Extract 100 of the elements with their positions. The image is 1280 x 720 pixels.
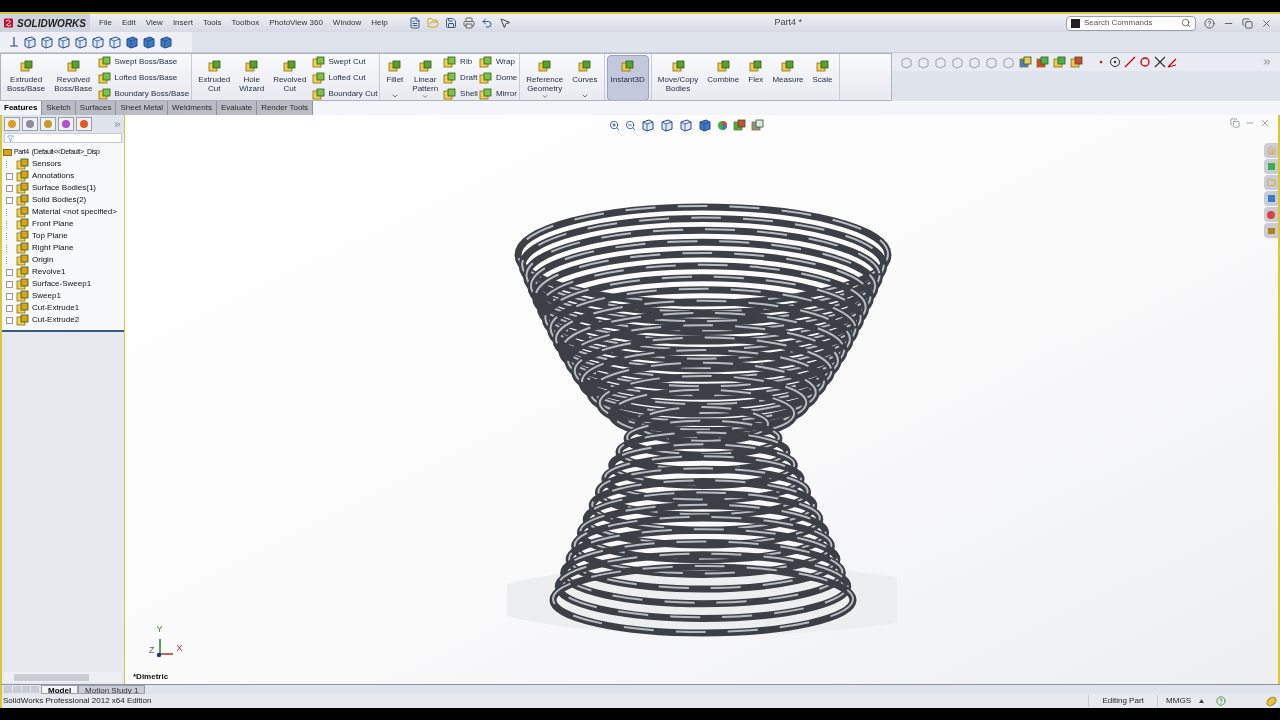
more-icon[interactable] bbox=[1262, 57, 1272, 67]
cube-outline-icon[interactable] bbox=[1002, 55, 1015, 69]
command-button[interactable]: Rib bbox=[443, 55, 478, 69]
tree-item[interactable]: Material <not specified> bbox=[32, 206, 117, 218]
command-button[interactable]: Combine bbox=[703, 55, 744, 100]
cube-icon[interactable] bbox=[641, 118, 655, 132]
cube-icon[interactable] bbox=[125, 35, 139, 49]
command-button[interactable]: Boundary Boss/Base bbox=[97, 87, 190, 100]
tree-item[interactable]: Front Plane bbox=[32, 218, 74, 230]
menu-item[interactable]: File bbox=[94, 17, 117, 29]
search-input[interactable]: Search Commands bbox=[1084, 17, 1177, 29]
cube-icon[interactable] bbox=[74, 35, 88, 49]
menu-item[interactable]: View bbox=[140, 17, 168, 29]
command-button[interactable]: Extruded Cut bbox=[194, 55, 235, 100]
menu-item[interactable]: Help bbox=[366, 17, 393, 29]
expand-toggle[interactable] bbox=[6, 316, 13, 324]
cube-icon[interactable] bbox=[159, 35, 173, 49]
tree-item[interactable]: Sweep1 bbox=[32, 290, 61, 302]
command-button[interactable]: Wrap bbox=[478, 55, 518, 69]
cube-outline-icon[interactable] bbox=[985, 55, 998, 69]
command-button[interactable]: Fillet bbox=[382, 55, 408, 100]
filter-field[interactable] bbox=[4, 133, 122, 143]
expand-toggle[interactable] bbox=[6, 280, 13, 288]
help-icon[interactable] bbox=[1204, 17, 1215, 29]
panel-tab[interactable] bbox=[22, 117, 38, 131]
command-button[interactable]: Boundary Cut bbox=[311, 87, 378, 100]
cube-outline-icon[interactable] bbox=[917, 55, 930, 69]
expand-toggle[interactable] bbox=[6, 172, 13, 180]
cube-icon[interactable] bbox=[108, 35, 122, 49]
cube-outline-icon[interactable] bbox=[900, 55, 913, 69]
tree-item[interactable]: Sensors bbox=[32, 158, 62, 170]
panel-tab[interactable] bbox=[4, 117, 20, 131]
cube-icon[interactable] bbox=[660, 118, 674, 132]
pointer-icon[interactable] bbox=[498, 17, 511, 29]
axis-icon[interactable] bbox=[8, 36, 20, 48]
tree-item[interactable]: Revolve1 bbox=[32, 266, 66, 278]
search-icon[interactable] bbox=[1181, 18, 1191, 28]
panel-tab[interactable] bbox=[40, 117, 56, 131]
cube-outline-icon[interactable] bbox=[968, 55, 981, 69]
task-pane-tab[interactable] bbox=[1264, 175, 1278, 190]
command-button[interactable]: Instant3D bbox=[606, 55, 649, 100]
tree-item[interactable]: Solid Bodies(2) bbox=[32, 194, 87, 206]
cube-icon[interactable] bbox=[40, 35, 54, 49]
command-button[interactable]: Curves bbox=[568, 55, 602, 100]
units-button[interactable]: MMGS bbox=[1166, 695, 1204, 707]
cube-icon[interactable] bbox=[679, 118, 693, 132]
command-button[interactable]: Swept Cut bbox=[311, 55, 378, 69]
open-folder-icon[interactable] bbox=[426, 17, 439, 29]
expand-toggle[interactable] bbox=[6, 196, 13, 204]
tree-item[interactable]: Surface-Sweep1 bbox=[32, 278, 92, 290]
print-icon[interactable] bbox=[462, 17, 475, 29]
command-button[interactable]: Move/Copy Bodies bbox=[653, 55, 703, 100]
caret-up-icon[interactable] bbox=[1199, 699, 1204, 703]
command-button[interactable]: Reference Geometry bbox=[522, 55, 568, 100]
menu-item[interactable]: Edit bbox=[116, 17, 141, 29]
caret-icon[interactable] bbox=[580, 92, 589, 100]
command-button[interactable]: Scale bbox=[808, 55, 837, 100]
tab[interactable]: Evaluate bbox=[217, 101, 258, 115]
tab[interactable]: Render Tools bbox=[257, 101, 314, 115]
tab[interactable]: Sheet Metal bbox=[116, 101, 169, 115]
save-icon[interactable] bbox=[444, 17, 457, 29]
expand-toggle[interactable] bbox=[6, 292, 13, 300]
filter-icon[interactable] bbox=[7, 134, 14, 142]
command-button[interactable]: Lofted Boss/Base bbox=[97, 71, 190, 85]
menu-item[interactable]: Insert bbox=[167, 17, 198, 29]
close-icon[interactable] bbox=[1261, 17, 1272, 29]
panel-tab[interactable] bbox=[76, 117, 92, 131]
undo-icon[interactable] bbox=[480, 17, 493, 29]
command-button[interactable]: Hole Wizard bbox=[235, 55, 269, 100]
tree-item[interactable]: Top Plane bbox=[32, 230, 68, 242]
rebuild-icon[interactable] bbox=[1266, 695, 1277, 707]
tab[interactable]: Weldments bbox=[168, 101, 217, 115]
close-icon[interactable] bbox=[1260, 118, 1270, 128]
command-button[interactable]: Shell bbox=[443, 87, 478, 100]
cube-icon[interactable] bbox=[57, 35, 71, 49]
command-button[interactable]: Dome bbox=[478, 71, 518, 85]
menu-item[interactable]: Tools bbox=[197, 17, 227, 29]
tree-item[interactable]: Surface Bodies(1) bbox=[32, 182, 97, 194]
appearance-icon[interactable] bbox=[717, 119, 728, 131]
command-button[interactable]: Mirror bbox=[478, 87, 518, 100]
caret-icon[interactable] bbox=[540, 93, 549, 100]
cube-outline-icon[interactable] bbox=[934, 55, 947, 69]
command-button[interactable]: Revolved Boss/Base bbox=[50, 55, 97, 100]
search-field[interactable]: Search Commands bbox=[1066, 15, 1196, 31]
restore-icon[interactable] bbox=[1242, 17, 1253, 29]
zoom-in-icon[interactable] bbox=[609, 119, 620, 131]
cube-icon[interactable] bbox=[91, 35, 105, 49]
horizontal-scrollbar[interactable] bbox=[4, 672, 122, 682]
menu-item[interactable]: PhotoView 360 bbox=[264, 17, 328, 29]
more-icon[interactable] bbox=[113, 119, 122, 129]
tab[interactable]: Sketch bbox=[42, 101, 76, 115]
task-pane-tab[interactable] bbox=[1264, 191, 1278, 206]
menu-item[interactable]: Window bbox=[327, 17, 367, 29]
tree-item[interactable]: Cut-Extrude2 bbox=[32, 314, 80, 326]
command-button[interactable]: Linear Pattern bbox=[408, 55, 443, 100]
task-pane-tab[interactable] bbox=[1264, 223, 1278, 238]
tree-item[interactable]: Right Plane bbox=[32, 242, 74, 254]
panel-tab[interactable] bbox=[58, 117, 74, 131]
task-pane-tab[interactable] bbox=[1264, 207, 1278, 222]
new-file-icon[interactable] bbox=[408, 17, 421, 29]
